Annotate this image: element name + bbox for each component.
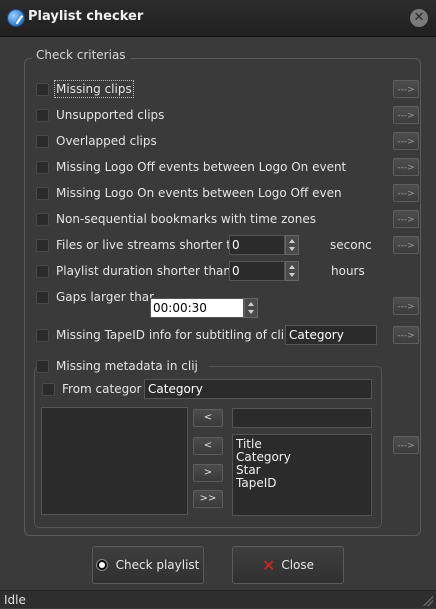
from-category-label: From categor (62, 382, 142, 396)
non-sequential-bookmarks-arrow-button[interactable]: ---> (393, 210, 419, 228)
criteria-missing-logo-off[interactable]: Missing Logo Off events between Logo On … (36, 158, 356, 176)
criteria-gaps-larger[interactable]: Gaps larger thar (36, 288, 154, 306)
non-sequential-bookmarks-checkbox[interactable] (36, 212, 49, 226)
missing-logo-off-label: Missing Logo Off events between Logo On … (56, 160, 347, 174)
run-check-icon (96, 560, 107, 570)
non-sequential-bookmarks-label: Non-sequential bookmarks with time zones (56, 212, 316, 226)
gaps-larger-arrow-button[interactable]: ---> (393, 297, 419, 315)
unsupported-clips-arrow-button[interactable]: ---> (393, 106, 419, 124)
gaps-larger-time-input[interactable]: 00:00:30 (150, 298, 244, 318)
move-left-button-1[interactable]: < (193, 409, 223, 427)
criteria-missing-tapeid[interactable]: Missing TapeID info for subtitling of cl… (36, 326, 286, 344)
missing-clips-label: Missing clips (54, 80, 134, 98)
gaps-larger-label: Gaps larger thar (56, 290, 155, 304)
missing-metadata-arrow-button[interactable]: ---> (393, 436, 419, 454)
missing-metadata-checkbox[interactable] (36, 359, 49, 373)
short-playlist-hours-input[interactable]: 0 (229, 261, 285, 281)
check-playlist-button[interactable]: Check playlist (92, 546, 204, 584)
short-files-spinner-icon[interactable] (285, 235, 299, 255)
criteria-missing-clips[interactable]: Missing clips (36, 80, 134, 98)
short-files-seconds-input[interactable]: 0 (229, 235, 285, 255)
close-x-icon: ✕ (261, 555, 276, 575)
status-bar: Idle (0, 590, 436, 608)
missing-logo-on-arrow-button[interactable]: ---> (393, 184, 419, 202)
missing-logo-off-checkbox[interactable] (36, 160, 49, 174)
missing-logo-off-arrow-button[interactable]: ---> (393, 158, 419, 176)
overlapped-clips-label: Overlapped clips (56, 134, 157, 148)
overlapped-clips-checkbox[interactable] (36, 134, 49, 148)
move-left-button-2[interactable]: < (193, 437, 223, 455)
unsupported-clips-checkbox[interactable] (36, 108, 49, 122)
move-all-right-button[interactable]: >> (193, 490, 223, 508)
check-criteria-title: Check criterias (32, 48, 130, 62)
short-files-label: Files or live streams shorter th (56, 238, 236, 252)
missing-metadata-label: Missing metadata in clij (56, 359, 198, 373)
missing-tapeid-arrow-button[interactable]: ---> (393, 326, 419, 344)
close-icon[interactable]: ✕ (410, 9, 428, 27)
playlist-check-icon (8, 10, 24, 26)
missing-clips-checkbox[interactable] (36, 82, 49, 96)
short-files-unit-label: seconc (330, 238, 372, 252)
check-playlist-label: Check playlist (115, 558, 200, 572)
field-filter-input[interactable] (232, 408, 372, 428)
criteria-short-playlist[interactable]: Playlist duration shorter than (36, 262, 236, 280)
missing-tapeid-checkbox[interactable] (36, 328, 49, 342)
available-fields-list[interactable]: Title Category Star TapeID (232, 434, 372, 516)
criteria-overlapped-clips[interactable]: Overlapped clips (36, 132, 157, 150)
criteria-missing-metadata[interactable]: Missing metadata in clij (36, 357, 209, 375)
window-title: Playlist checker (28, 9, 144, 24)
overlapped-clips-arrow-button[interactable]: ---> (393, 132, 419, 150)
gaps-larger-spinner-icon[interactable] (244, 298, 258, 318)
close-button[interactable]: ✕ Close (232, 546, 344, 584)
unsupported-clips-label: Unsupported clips (56, 108, 165, 122)
criteria-short-files[interactable]: Files or live streams shorter th (36, 236, 236, 254)
short-files-checkbox[interactable] (36, 238, 49, 252)
missing-tapeid-label: Missing TapeID info for subtitling of cl… (56, 328, 285, 342)
missing-logo-on-checkbox[interactable] (36, 186, 49, 200)
missing-logo-on-label: Missing Logo On events between Logo Off … (56, 186, 342, 200)
selected-fields-list[interactable] (41, 407, 188, 515)
criteria-missing-logo-on[interactable]: Missing Logo On events between Logo Off … (36, 184, 356, 202)
available-field-item[interactable]: TapeID (233, 477, 371, 490)
gaps-larger-checkbox[interactable] (36, 290, 49, 304)
short-playlist-checkbox[interactable] (36, 264, 49, 278)
short-files-arrow-button[interactable]: ---> (393, 236, 419, 254)
criteria-non-sequential-bookmarks[interactable]: Non-sequential bookmarks with time zones (36, 210, 356, 228)
missing-clips-arrow-button[interactable]: ---> (393, 80, 419, 98)
short-playlist-spinner-icon[interactable] (285, 261, 299, 281)
short-playlist-unit-label: hours (331, 264, 365, 278)
status-text: Idle (4, 593, 26, 607)
missing-tapeid-category-input[interactable]: Category (285, 325, 377, 345)
title-bar: Playlist checker ✕ (0, 0, 436, 37)
resize-grip-icon[interactable] (423, 596, 433, 606)
from-category-checkbox[interactable] (42, 382, 55, 396)
from-category-row[interactable]: From categor (42, 380, 150, 398)
from-category-input[interactable]: Category (144, 379, 372, 399)
move-right-button[interactable]: > (193, 464, 223, 482)
criteria-unsupported-clips[interactable]: Unsupported clips (36, 106, 164, 124)
short-playlist-label: Playlist duration shorter than (56, 264, 232, 278)
close-label: Close (281, 558, 315, 572)
